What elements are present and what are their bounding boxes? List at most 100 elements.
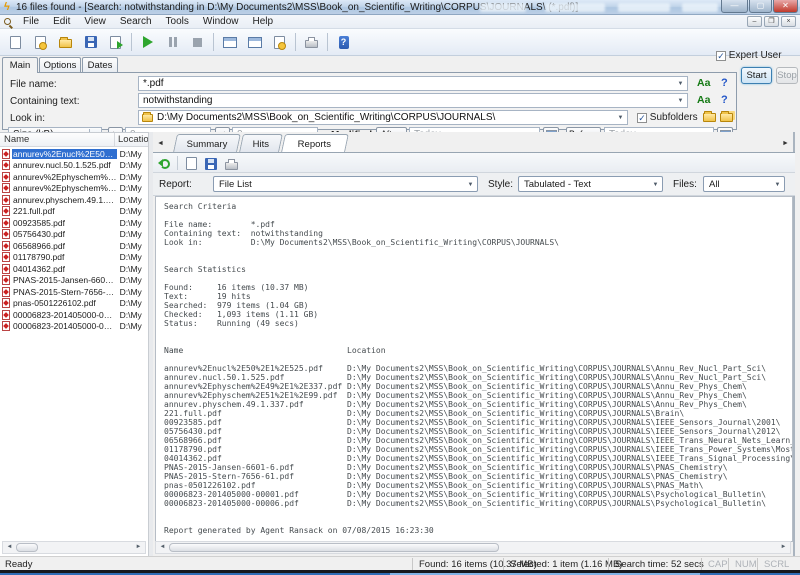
table-row[interactable]: 01178790.pdfD:\My bbox=[0, 252, 148, 264]
minimize-button[interactable]: — bbox=[721, 0, 748, 13]
file-name[interactable]: annurev%2Ephyschem%2E51%2E1%2E99.pdf bbox=[12, 183, 117, 193]
menu-item-edit[interactable]: Edit bbox=[46, 15, 77, 28]
scroll-thumb[interactable] bbox=[169, 543, 499, 552]
file-location[interactable]: D:\My bbox=[117, 160, 148, 170]
file-location[interactable]: D:\My bbox=[117, 287, 148, 297]
save-report-button[interactable] bbox=[201, 155, 221, 172]
file-location[interactable]: D:\My bbox=[117, 252, 148, 262]
tab-reports[interactable]: Reports bbox=[281, 134, 349, 152]
table-row[interactable]: 05756430.pdfD:\My bbox=[0, 229, 148, 241]
results-column-header[interactable]: Name Location bbox=[0, 133, 148, 147]
file-name[interactable]: annurev.nucl.50.1.525.pdf bbox=[12, 160, 117, 170]
file-location[interactable]: D:\My bbox=[117, 172, 148, 182]
table-row[interactable]: 00006823-201405000-00001.pdfD:\My bbox=[0, 309, 148, 321]
search-options-button[interactable] bbox=[268, 31, 291, 53]
start-button[interactable]: Start bbox=[741, 67, 772, 84]
new-report-button[interactable] bbox=[181, 155, 201, 172]
mdi-minimize-button[interactable]: – bbox=[747, 16, 762, 27]
scroll-left-icon[interactable]: ◄ bbox=[157, 543, 168, 552]
export-button[interactable] bbox=[104, 31, 127, 53]
file-name[interactable]: PNAS-2015-Jansen-6601-6.pdf bbox=[12, 275, 117, 285]
chevron-down-icon[interactable]: ▼ bbox=[650, 179, 661, 190]
view-toggle-button[interactable] bbox=[218, 31, 241, 53]
table-row[interactable]: 221.full.pdfD:\My bbox=[0, 206, 148, 218]
file-name[interactable]: 00923585.pdf bbox=[12, 218, 117, 228]
file-location[interactable]: D:\My bbox=[117, 195, 148, 205]
file-name[interactable]: 01178790.pdf bbox=[12, 252, 117, 262]
title-bar[interactable]: ϟ 16 files found - [Search: notwithstand… bbox=[0, 0, 800, 15]
file-location[interactable]: D:\My bbox=[117, 321, 148, 331]
match-case-button[interactable]: Aa bbox=[697, 77, 710, 89]
mdi-restore-button[interactable]: ❐ bbox=[764, 16, 779, 27]
containing-text-input[interactable]: ▼ bbox=[138, 93, 688, 108]
stop-search-button[interactable] bbox=[186, 31, 209, 53]
maximize-button[interactable]: ▢ bbox=[749, 0, 772, 13]
file-name[interactable]: 06568966.pdf bbox=[12, 241, 117, 251]
file-name[interactable]: 05756430.pdf bbox=[12, 229, 117, 239]
tabs-scroll-right-button[interactable]: ► bbox=[780, 137, 791, 150]
menu-item-tools[interactable]: Tools bbox=[159, 15, 196, 28]
file-location[interactable]: D:\My bbox=[117, 183, 148, 193]
tab-main[interactable]: Main bbox=[2, 57, 38, 73]
file-location[interactable]: D:\My bbox=[117, 264, 148, 274]
column-divider[interactable] bbox=[114, 133, 115, 147]
report-type-select[interactable]: File List ▼ bbox=[213, 176, 478, 192]
tab-options[interactable]: Options bbox=[39, 57, 81, 72]
table-row[interactable]: PNAS-2015-Jansen-6601-6.pdfD:\My bbox=[0, 275, 148, 287]
scroll-right-icon[interactable]: ► bbox=[133, 543, 144, 552]
chevron-down-icon[interactable]: ▼ bbox=[615, 112, 626, 123]
menu-item-file[interactable]: File bbox=[16, 15, 46, 28]
file-location[interactable]: D:\My bbox=[117, 218, 148, 228]
open-search-button[interactable] bbox=[29, 31, 52, 53]
files-select[interactable]: All ▼ bbox=[703, 176, 785, 192]
pause-search-button[interactable] bbox=[161, 31, 184, 53]
file-name[interactable]: PNAS-2015-Stern-7656-61.pdf bbox=[12, 287, 117, 297]
tab-dates[interactable]: Dates bbox=[82, 57, 118, 72]
file-name[interactable]: pnas-0501226102.pdf bbox=[12, 298, 117, 308]
file-name-input[interactable]: ▼ bbox=[138, 76, 688, 91]
chevron-down-icon[interactable]: ▼ bbox=[675, 95, 686, 106]
file-location[interactable]: D:\My bbox=[117, 241, 148, 251]
expression-help-button[interactable]: ? bbox=[721, 77, 728, 89]
print-button[interactable] bbox=[300, 31, 323, 53]
table-row[interactable]: annurev.nucl.50.1.525.pdfD:\My bbox=[0, 160, 148, 172]
start-search-button[interactable] bbox=[136, 31, 159, 53]
table-row[interactable]: PNAS-2015-Stern-7656-61.pdfD:\My bbox=[0, 286, 148, 298]
file-location[interactable]: D:\My bbox=[117, 206, 148, 216]
scroll-right-icon[interactable]: ► bbox=[778, 543, 789, 552]
help-button[interactable]: ? bbox=[332, 31, 355, 53]
browse-folder-button[interactable] bbox=[703, 110, 716, 122]
chevron-down-icon[interactable]: ▼ bbox=[675, 78, 686, 89]
expression-help-button[interactable]: ? bbox=[721, 94, 728, 106]
table-row[interactable]: 06568966.pdfD:\My bbox=[0, 240, 148, 252]
scroll-thumb[interactable] bbox=[16, 543, 38, 552]
table-row[interactable]: 00006823-201405000-00006.pdfD:\My bbox=[0, 321, 148, 333]
chevron-down-icon[interactable]: ▼ bbox=[465, 179, 476, 190]
table-row[interactable]: annurev.physchem.49.1.337.pdfD:\My bbox=[0, 194, 148, 206]
tab-hits[interactable]: Hits bbox=[239, 134, 283, 152]
table-row[interactable]: 04014362.pdfD:\My bbox=[0, 263, 148, 275]
menu-item-view[interactable]: View bbox=[77, 15, 113, 28]
look-in-input[interactable]: ▼ bbox=[138, 110, 628, 125]
style-select[interactable]: Tabulated - Text ▼ bbox=[518, 176, 663, 192]
print-report-button[interactable] bbox=[221, 155, 241, 172]
results-hscrollbar[interactable]: ◄ ► bbox=[2, 541, 146, 554]
menu-item-window[interactable]: Window bbox=[196, 15, 246, 28]
file-name[interactable]: annurev.physchem.49.1.337.pdf bbox=[12, 195, 117, 205]
file-location[interactable]: D:\My bbox=[117, 275, 148, 285]
stop-button[interactable]: Stop bbox=[776, 67, 798, 84]
scroll-left-icon[interactable]: ◄ bbox=[4, 543, 15, 552]
file-name[interactable]: 00006823-201405000-00001.pdf bbox=[12, 310, 117, 320]
layout-button[interactable] bbox=[243, 31, 266, 53]
tab-summary[interactable]: Summary bbox=[173, 134, 241, 152]
file-name[interactable]: 221.full.pdf bbox=[12, 206, 117, 216]
table-row[interactable]: 00923585.pdfD:\My bbox=[0, 217, 148, 229]
new-search-button[interactable] bbox=[4, 31, 27, 53]
mdi-close-button[interactable]: × bbox=[781, 16, 796, 27]
file-location[interactable]: D:\My bbox=[117, 310, 148, 320]
file-location[interactable]: D:\My bbox=[117, 229, 148, 239]
open-button[interactable] bbox=[54, 31, 77, 53]
table-row[interactable]: annurev%2Enucl%2E50%2E1%2E525.pdfD:\My bbox=[0, 148, 148, 160]
chevron-down-icon[interactable]: ▼ bbox=[772, 179, 783, 190]
save-button[interactable] bbox=[79, 31, 102, 53]
